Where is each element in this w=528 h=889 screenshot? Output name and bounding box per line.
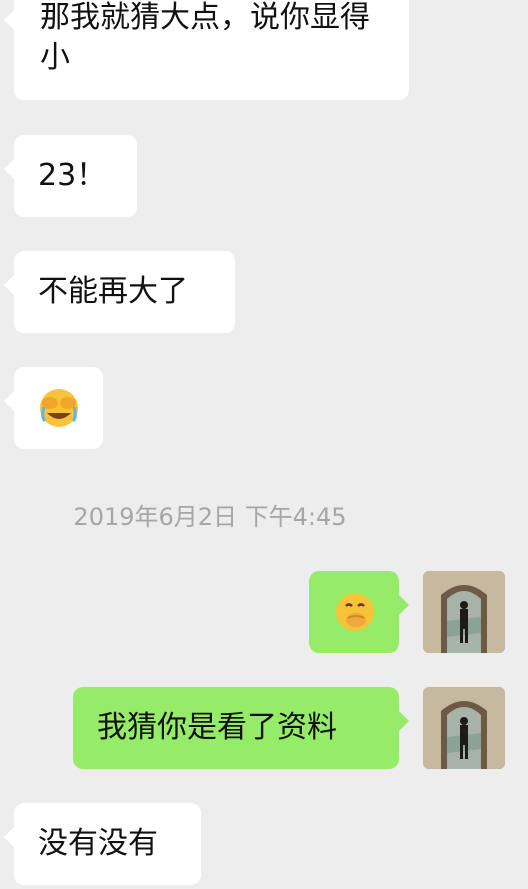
message-bubble-incoming[interactable]: 23！ <box>4 135 137 217</box>
user-avatar-photo-icon <box>423 571 505 653</box>
message-text: 不能再大了 <box>38 274 188 309</box>
message-text: 23！ <box>38 158 107 193</box>
message-text: 没有没有 <box>38 826 158 861</box>
user-avatar[interactable] <box>423 687 505 769</box>
message-bubble-outgoing[interactable]: 我猜你是看了资料 <box>73 687 409 769</box>
timestamp: 2019年6月2日 下午4:45 <box>73 503 347 531</box>
message-bubble-incoming[interactable]: 不能再大了 <box>4 251 235 333</box>
message-text: 我猜你是看了资料 <box>97 710 337 745</box>
message-bubble-incoming[interactable] <box>4 367 103 449</box>
message-bubble-incoming[interactable]: 没有没有 <box>4 803 201 885</box>
face-with-hand-over-mouth-icon <box>336 593 374 631</box>
message-bubble-outgoing[interactable] <box>309 571 409 653</box>
message-text: 那我就猜大点，说你显得小 <box>40 0 370 75</box>
message-bubble-incoming[interactable]: 那我就猜大点，说你显得小 <box>4 0 409 100</box>
user-avatar[interactable] <box>423 571 505 653</box>
face-with-tears-of-joy-covering-eyes-icon <box>40 389 78 427</box>
user-avatar-photo-icon <box>423 687 505 769</box>
